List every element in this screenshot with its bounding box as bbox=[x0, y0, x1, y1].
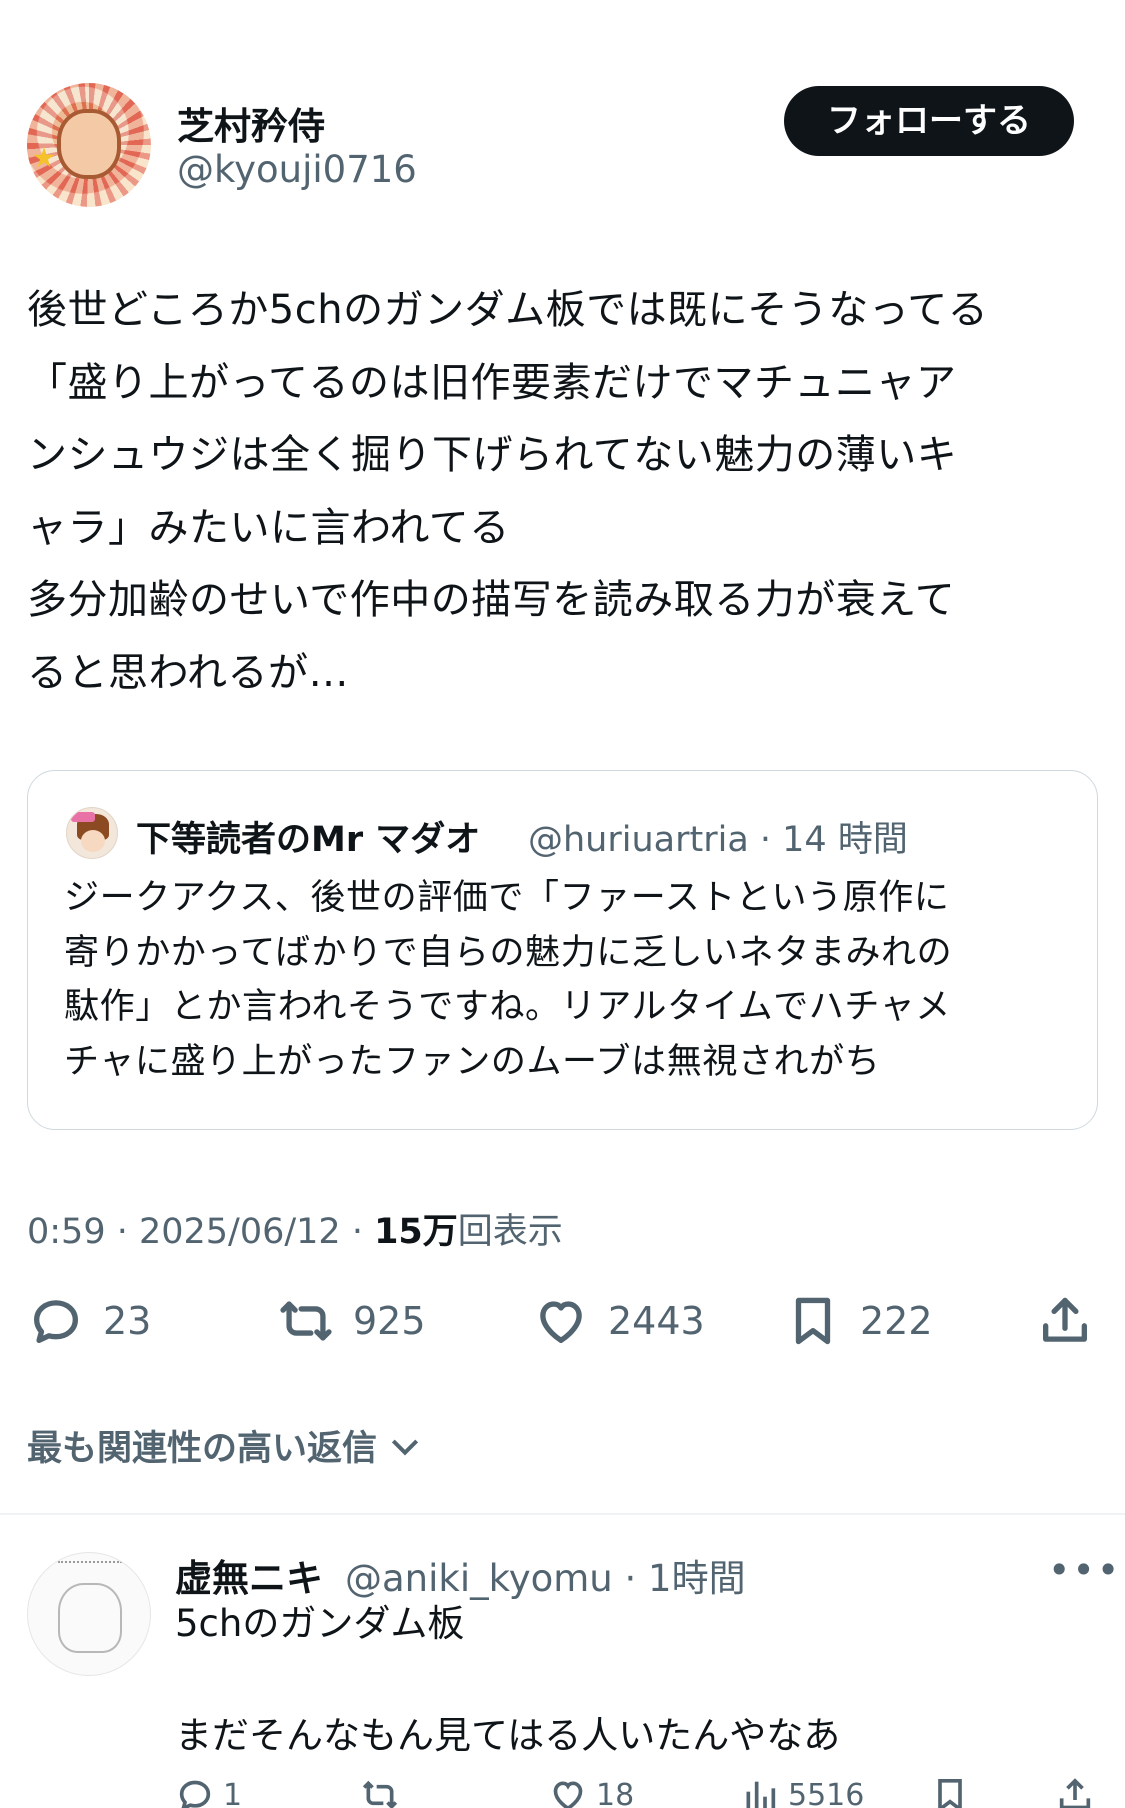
reply-reply-count: 1 bbox=[223, 1777, 243, 1808]
repost-button[interactable]: 925 bbox=[277, 1291, 426, 1351]
bookmark-icon bbox=[938, 1779, 962, 1808]
quoted-author-meta: @huriuartria · 14 時間 bbox=[528, 820, 908, 860]
avatar-sketch-figure bbox=[58, 1583, 122, 1653]
repost-count: 925 bbox=[353, 1299, 426, 1343]
reply-views-count: 5516 bbox=[788, 1777, 865, 1808]
avatar-header-mark bbox=[58, 1561, 122, 1569]
reply-share-button[interactable] bbox=[1055, 1775, 1095, 1808]
bookmark-button[interactable]: 222 bbox=[784, 1291, 933, 1351]
section-divider bbox=[0, 1513, 1125, 1515]
quoted-author-name: 下等読者のMr マダオ bbox=[136, 820, 481, 860]
reply-reply-button[interactable]: 1 bbox=[175, 1775, 242, 1808]
avatar-badge bbox=[71, 812, 95, 822]
avatar-face bbox=[57, 109, 121, 179]
author-avatar[interactable] bbox=[27, 83, 151, 207]
author-handle[interactable]: @kyouji0716 bbox=[177, 148, 417, 191]
reply-like-count: 18 bbox=[596, 1777, 635, 1808]
views-label: 回表示 bbox=[457, 1212, 563, 1252]
reply-author-name[interactable]: 虚無ニキ bbox=[175, 1548, 323, 1602]
avatar-face bbox=[81, 830, 105, 852]
replies-sort-dropdown[interactable]: 最も関連性の高い返信 bbox=[27, 1420, 425, 1471]
analytics-icon bbox=[746, 1781, 776, 1808]
reply-repost-button[interactable] bbox=[360, 1775, 400, 1808]
reply-author-avatar[interactable] bbox=[27, 1552, 151, 1676]
bookmark-count: 222 bbox=[860, 1299, 933, 1343]
share-button[interactable] bbox=[1036, 1291, 1094, 1351]
views-count: 15万 bbox=[374, 1212, 458, 1252]
post-timestamp: 0:59 · 2025/06/12 · bbox=[27, 1212, 375, 1252]
chevron-down-icon bbox=[391, 1439, 419, 1455]
reply-count: 23 bbox=[103, 1299, 152, 1343]
author-name[interactable]: 芝村矜侍 bbox=[177, 96, 325, 150]
share-icon bbox=[1059, 1778, 1091, 1808]
reply-icon bbox=[34, 1300, 78, 1343]
share-icon bbox=[1043, 1297, 1087, 1342]
follow-button[interactable]: フォローする bbox=[784, 86, 1074, 156]
quoted-author-avatar bbox=[66, 807, 118, 859]
replies-sort-label: 最も関連性の高い返信 bbox=[27, 1429, 378, 1469]
reply-views-button[interactable]: 5516 bbox=[740, 1775, 864, 1808]
quoted-post-text: ジークアクス、後世の評価で「ファーストという原作に 寄りかかってばかりで自らの魅… bbox=[64, 878, 953, 1082]
bookmark-icon bbox=[795, 1297, 831, 1345]
more-options-icon[interactable]: ••• bbox=[1048, 1548, 1121, 1592]
heart-icon bbox=[540, 1301, 582, 1343]
reply-icon bbox=[179, 1780, 211, 1808]
like-button[interactable]: 2443 bbox=[532, 1291, 705, 1351]
repost-icon bbox=[280, 1301, 332, 1341]
reply-button[interactable]: 23 bbox=[27, 1291, 151, 1351]
like-count: 2443 bbox=[608, 1299, 705, 1343]
quoted-post-card[interactable]: 下等読者のMr マダオ @huriuartria · 14 時間 ジークアクス、… bbox=[27, 770, 1098, 1130]
reply-text: 5chのガンダム板 まだそんなもん見てはる人いたんやなあ bbox=[175, 1602, 841, 1757]
reply-like-button[interactable]: 18 bbox=[548, 1775, 634, 1808]
post-timestamp-row: 0:59 · 2025/06/12 · 15万回表示 bbox=[27, 1203, 563, 1254]
repost-icon bbox=[362, 1780, 398, 1808]
heart-icon bbox=[553, 1781, 583, 1808]
reply-author-meta[interactable]: @aniki_kyomu · 1時間 bbox=[345, 1548, 746, 1602]
post-body-text: 後世どころか5chのガンダム板では既にそうなってる 「盛り上がってるのは旧作要素… bbox=[27, 287, 989, 696]
reply-bookmark-button[interactable] bbox=[930, 1775, 970, 1808]
